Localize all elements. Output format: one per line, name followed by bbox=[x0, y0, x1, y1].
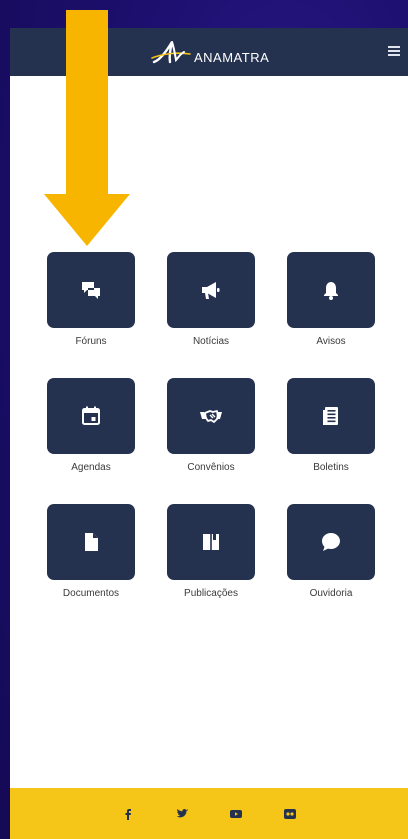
tile-boletins[interactable]: Boletins bbox=[286, 378, 376, 473]
tile-convenios[interactable]: Convênios bbox=[166, 378, 256, 473]
book-icon bbox=[203, 534, 219, 550]
tile-noticias-button[interactable] bbox=[167, 252, 255, 328]
brand-name: ANAMATRA bbox=[194, 49, 270, 65]
tile-agendas[interactable]: Agendas bbox=[46, 378, 136, 473]
bell-icon bbox=[324, 282, 338, 300]
tile-convenios-button[interactable] bbox=[167, 378, 255, 454]
tile-label: Convênios bbox=[187, 462, 235, 473]
tile-ouvidoria[interactable]: Ouvidoria bbox=[286, 504, 376, 599]
tile-boletins-button[interactable] bbox=[287, 378, 375, 454]
tile-documentos[interactable]: Documentos bbox=[46, 504, 136, 599]
tile-label: Documentos bbox=[62, 588, 120, 599]
social-footer bbox=[10, 788, 408, 839]
tile-label: Boletins bbox=[313, 462, 349, 473]
newspaper-icon bbox=[323, 407, 338, 425]
facebook-icon[interactable] bbox=[121, 807, 135, 821]
tile-label: Notícias bbox=[192, 336, 230, 347]
tile-noticias[interactable]: Notícias bbox=[166, 252, 256, 347]
tile-label: Publicações bbox=[184, 588, 238, 599]
tile-publicacoes[interactable]: Publicações bbox=[166, 504, 256, 599]
tile-documentos-button[interactable] bbox=[47, 504, 135, 580]
tile-agendas-button[interactable] bbox=[47, 378, 135, 454]
flickr-icon[interactable] bbox=[283, 807, 297, 821]
tile-label: Agendas bbox=[71, 462, 111, 473]
down-arrow-icon bbox=[44, 10, 130, 246]
tile-label: Ouvidoria bbox=[309, 588, 353, 599]
speech-bubble-icon bbox=[322, 533, 340, 551]
chat-bubbles-icon bbox=[82, 282, 100, 299]
tile-publicacoes-button[interactable] bbox=[167, 504, 255, 580]
megaphone-icon bbox=[202, 282, 220, 299]
tile-avisos-button[interactable] bbox=[287, 252, 375, 328]
twitter-icon[interactable] bbox=[175, 807, 189, 821]
tile-label: Avisos bbox=[316, 336, 346, 347]
tile-foruns-button[interactable] bbox=[47, 252, 135, 328]
tile-label: Fóruns bbox=[75, 336, 107, 347]
tile-avisos[interactable]: Avisos bbox=[286, 252, 376, 347]
tile-ouvidoria-button[interactable] bbox=[287, 504, 375, 580]
document-icon bbox=[85, 533, 98, 551]
youtube-icon[interactable] bbox=[229, 807, 243, 821]
handshake-icon bbox=[200, 410, 222, 423]
calendar-icon bbox=[82, 406, 100, 425]
tile-foruns[interactable]: Fóruns bbox=[46, 252, 136, 347]
hamburger-menu-icon[interactable] bbox=[388, 46, 400, 56]
brand-logo[interactable]: ANAMATRA bbox=[150, 38, 269, 68]
anamatra-logo-icon bbox=[151, 41, 191, 64]
